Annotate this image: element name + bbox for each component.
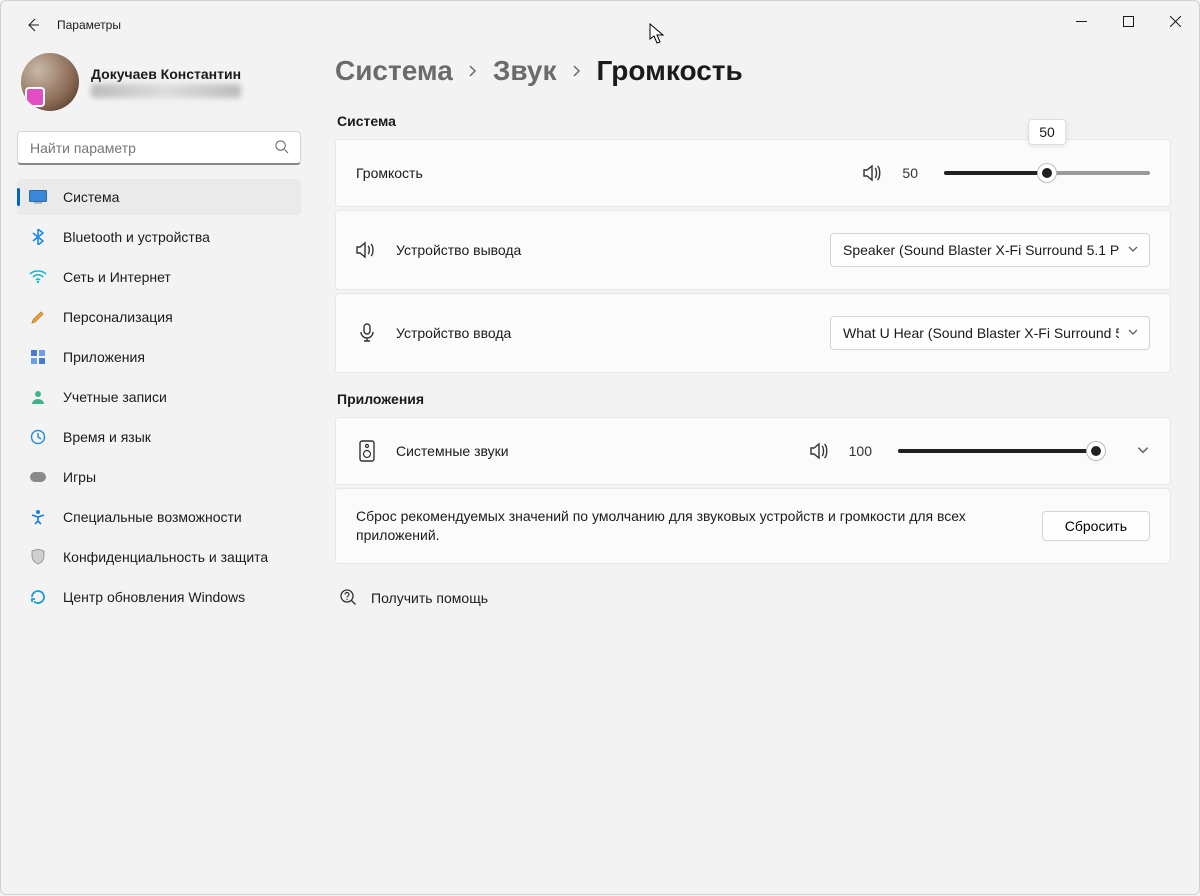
panel-system-sounds: Системные звуки 100 <box>335 417 1171 485</box>
bluetooth-icon <box>29 228 47 246</box>
nav-item-bluetooth[interactable]: Bluetooth и устройства <box>17 219 301 255</box>
nav-item-update[interactable]: Центр обновления Windows <box>17 579 301 615</box>
expand-button[interactable] <box>1136 443 1150 460</box>
volume-slider[interactable]: 50 <box>944 163 1150 183</box>
nav-item-personalization[interactable]: Персонализация <box>17 299 301 335</box>
search-box[interactable] <box>17 131 301 165</box>
maximize-button[interactable] <box>1105 1 1152 41</box>
nav-item-time-lang[interactable]: Время и язык <box>17 419 301 455</box>
reset-button[interactable]: Сбросить <box>1042 511 1150 541</box>
sidebar: Докучаев Константин Система Bluetooth <box>1 49 317 896</box>
panel-output: Устройство вывода Speaker (Sound Blaster… <box>335 210 1171 290</box>
arrow-left-icon <box>25 17 41 33</box>
nav-item-accessibility[interactable]: Специальные возможности <box>17 499 301 535</box>
nav-item-privacy[interactable]: Конфиденциальность и защита <box>17 539 301 575</box>
avatar-badge-icon <box>25 87 45 107</box>
brush-icon <box>29 308 47 326</box>
account-block[interactable]: Докучаев Константин <box>17 49 301 125</box>
panel-reset: Сброс рекомендуемых значений по умолчани… <box>335 488 1171 564</box>
clock-icon <box>29 428 47 446</box>
panel-input: Устройство ввода What U Hear (Sound Blas… <box>335 293 1171 373</box>
help-link[interactable]: Получить помощь <box>335 588 1171 609</box>
input-dropdown[interactable]: What U Hear (Sound Blaster X-Fi Surround… <box>830 316 1150 350</box>
microphone-icon <box>356 322 378 344</box>
output-selected: Speaker (Sound Blaster X-Fi Surround 5.1… <box>843 242 1119 258</box>
content: Система Звук Громкость Система Громкость <box>317 49 1199 896</box>
breadcrumb-current: Громкость <box>597 55 743 87</box>
close-button[interactable] <box>1152 1 1199 41</box>
update-icon <box>29 588 47 606</box>
window-title: Параметры <box>57 18 121 32</box>
panel-volume: Громкость 50 50 <box>335 139 1171 207</box>
reset-description: Сброс рекомендуемых значений по умолчани… <box>356 507 996 545</box>
system-icon <box>29 188 47 206</box>
device-speaker-icon <box>356 440 378 462</box>
chevron-down-icon <box>1127 325 1139 341</box>
account-name: Докучаев Константин <box>91 66 241 82</box>
nav-label: Время и язык <box>63 429 151 445</box>
window-controls <box>1058 1 1199 41</box>
input-label: Устройство ввода <box>396 325 511 341</box>
section-apps-header: Приложения <box>337 391 1171 407</box>
apps-icon <box>29 348 47 366</box>
nav-item-games[interactable]: Игры <box>17 459 301 495</box>
nav-label: Специальные возможности <box>63 509 242 525</box>
help-icon <box>339 588 357 609</box>
chevron-down-icon <box>1127 242 1139 258</box>
maximize-icon <box>1123 16 1134 27</box>
nav-list: Система Bluetooth и устройства Сеть и Ин… <box>17 179 301 615</box>
account-email <box>91 84 241 98</box>
titlebar: Параметры <box>1 1 1199 49</box>
wifi-icon <box>29 268 47 286</box>
nav-label: Сеть и Интернет <box>63 269 171 285</box>
chevron-right-icon <box>467 61 479 82</box>
minimize-icon <box>1076 16 1087 27</box>
nav-item-apps[interactable]: Приложения <box>17 339 301 375</box>
system-sounds-label: Системные звуки <box>396 443 509 459</box>
output-dropdown[interactable]: Speaker (Sound Blaster X-Fi Surround 5.1… <box>830 233 1150 267</box>
nav-item-accounts[interactable]: Учетные записи <box>17 379 301 415</box>
person-icon <box>29 388 47 406</box>
minimize-button[interactable] <box>1058 1 1105 41</box>
close-icon <box>1170 16 1181 27</box>
accessibility-icon <box>29 508 47 526</box>
speaker-icon <box>356 239 378 261</box>
speaker-icon[interactable] <box>809 440 831 462</box>
search-icon <box>274 139 289 157</box>
chevron-right-icon <box>571 61 583 82</box>
breadcrumb-sound[interactable]: Звук <box>493 55 557 87</box>
breadcrumb-system[interactable]: Система <box>335 55 453 87</box>
volume-tooltip: 50 <box>1028 119 1066 145</box>
speaker-icon[interactable] <box>862 162 884 184</box>
back-button[interactable] <box>19 11 47 39</box>
avatar <box>21 53 79 111</box>
help-label: Получить помощь <box>371 590 488 606</box>
nav-item-system[interactable]: Система <box>17 179 301 215</box>
volume-label: Громкость <box>356 165 423 181</box>
nav-label: Система <box>63 189 119 205</box>
nav-label: Персонализация <box>63 309 173 325</box>
nav-label: Конфиденциальность и защита <box>63 549 268 565</box>
breadcrumb: Система Звук Громкость <box>335 55 1171 105</box>
nav-label: Игры <box>63 469 96 485</box>
shield-icon <box>29 548 47 566</box>
volume-value: 50 <box>902 165 918 181</box>
games-icon <box>29 468 47 486</box>
system-sounds-value: 100 <box>849 443 872 459</box>
nav-label: Bluetooth и устройства <box>63 229 210 245</box>
output-label: Устройство вывода <box>396 242 521 258</box>
nav-item-network[interactable]: Сеть и Интернет <box>17 259 301 295</box>
system-sounds-slider[interactable] <box>898 441 1104 461</box>
nav-label: Приложения <box>63 349 145 365</box>
nav-label: Учетные записи <box>63 389 167 405</box>
nav-label: Центр обновления Windows <box>63 589 245 605</box>
search-input[interactable] <box>17 131 301 165</box>
input-selected: What U Hear (Sound Blaster X-Fi Surround… <box>843 325 1119 341</box>
